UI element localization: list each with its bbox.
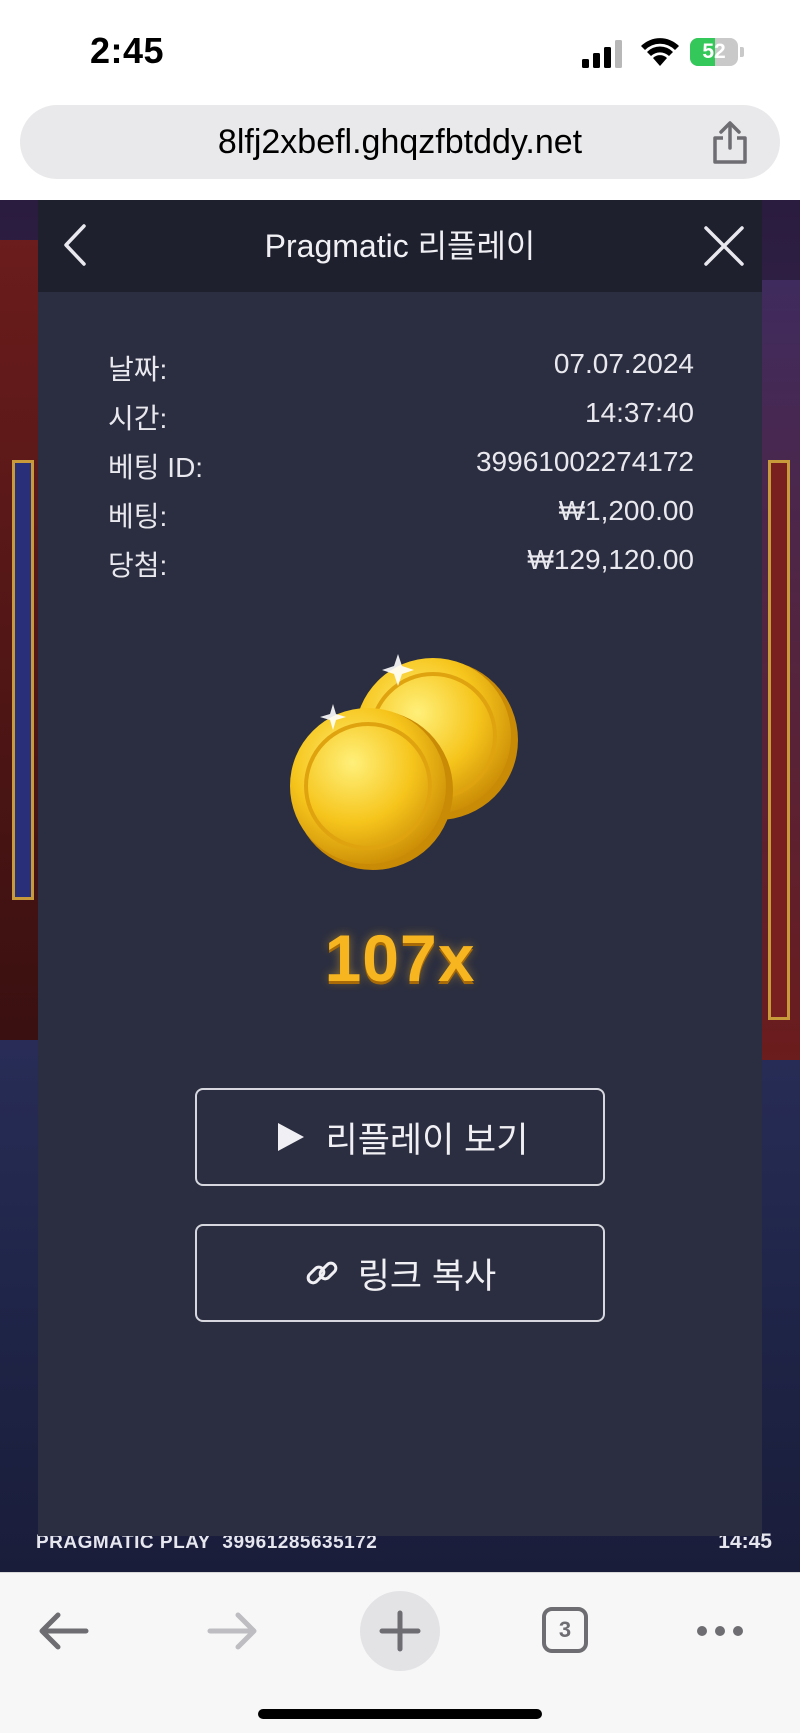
play-icon	[277, 1123, 304, 1151]
share-icon[interactable]	[710, 121, 750, 165]
info-row-win: 당첨: ₩129,120.00	[108, 544, 694, 593]
home-indicator	[258, 1709, 542, 1719]
status-time: 2:45	[90, 30, 165, 71]
forward-arrow-icon[interactable]	[192, 1595, 272, 1667]
info-label: 날짜:	[108, 354, 168, 385]
copy-link-button[interactable]: 링크 복사	[195, 1224, 605, 1322]
info-label: 당첨:	[108, 550, 168, 581]
win-multiplier: 107x	[324, 921, 476, 995]
signal-icon	[582, 40, 622, 68]
tabs-icon: 3	[542, 1607, 588, 1653]
info-value: ₩1,200.00	[558, 495, 694, 526]
gold-coins-icon	[290, 654, 518, 870]
info-label: 시간:	[108, 403, 168, 434]
back-chevron-icon[interactable]	[56, 222, 96, 268]
info-label: 베팅 ID:	[108, 452, 204, 483]
info-label: 베팅:	[108, 501, 168, 532]
more-icon[interactable]	[680, 1595, 760, 1667]
info-row-bet: 베팅: ₩1,200.00	[108, 495, 694, 544]
info-value: 07.07.2024	[553, 348, 694, 379]
view-replay-button[interactable]: 리플레이 보기	[195, 1088, 605, 1186]
view-replay-label: 리플레이 보기	[325, 1120, 529, 1160]
tabs-button[interactable]: 3	[528, 1595, 608, 1667]
battery-indicator: 52	[690, 38, 746, 66]
game-reel-frame-left	[12, 460, 34, 900]
close-icon[interactable]	[702, 224, 746, 268]
info-row-bet-id: 베팅 ID: 39961002274172	[108, 446, 694, 495]
info-value: ₩129,120.00	[527, 544, 694, 575]
modal-header: Pragmatic 리플레이	[38, 200, 762, 292]
info-value: 39961002274172	[475, 446, 694, 477]
wifi-icon	[641, 38, 679, 66]
info-row-date: 날짜: 07.07.2024	[108, 348, 694, 397]
browser-toolbar: 3	[0, 1572, 800, 1733]
info-value: 14:37:40	[585, 397, 694, 428]
link-icon	[306, 1261, 338, 1285]
url-bar[interactable]: 8lfj2xbefl.ghqzfbtddy.net	[20, 105, 780, 179]
url-text[interactable]: 8lfj2xbefl.ghqzfbtddy.net	[20, 105, 780, 179]
game-reel-frame-right	[768, 460, 790, 1020]
new-tab-button[interactable]	[360, 1591, 440, 1671]
info-row-time: 시간: 14:37:40	[108, 397, 694, 446]
replay-modal: Pragmatic 리플레이 날짜: 07.07.2024 시간: 14:37:…	[38, 200, 762, 1536]
copy-link-label: 링크 복사	[357, 1256, 497, 1296]
status-bar: 2:45 52	[0, 0, 800, 100]
plus-icon	[379, 1610, 421, 1652]
modal-title: Pragmatic 리플레이	[264, 228, 536, 264]
battery-level: 52	[702, 40, 726, 63]
back-arrow-icon[interactable]	[24, 1595, 104, 1667]
bet-info-table: 날짜: 07.07.2024 시간: 14:37:40 베팅 ID: 39961…	[108, 348, 694, 593]
